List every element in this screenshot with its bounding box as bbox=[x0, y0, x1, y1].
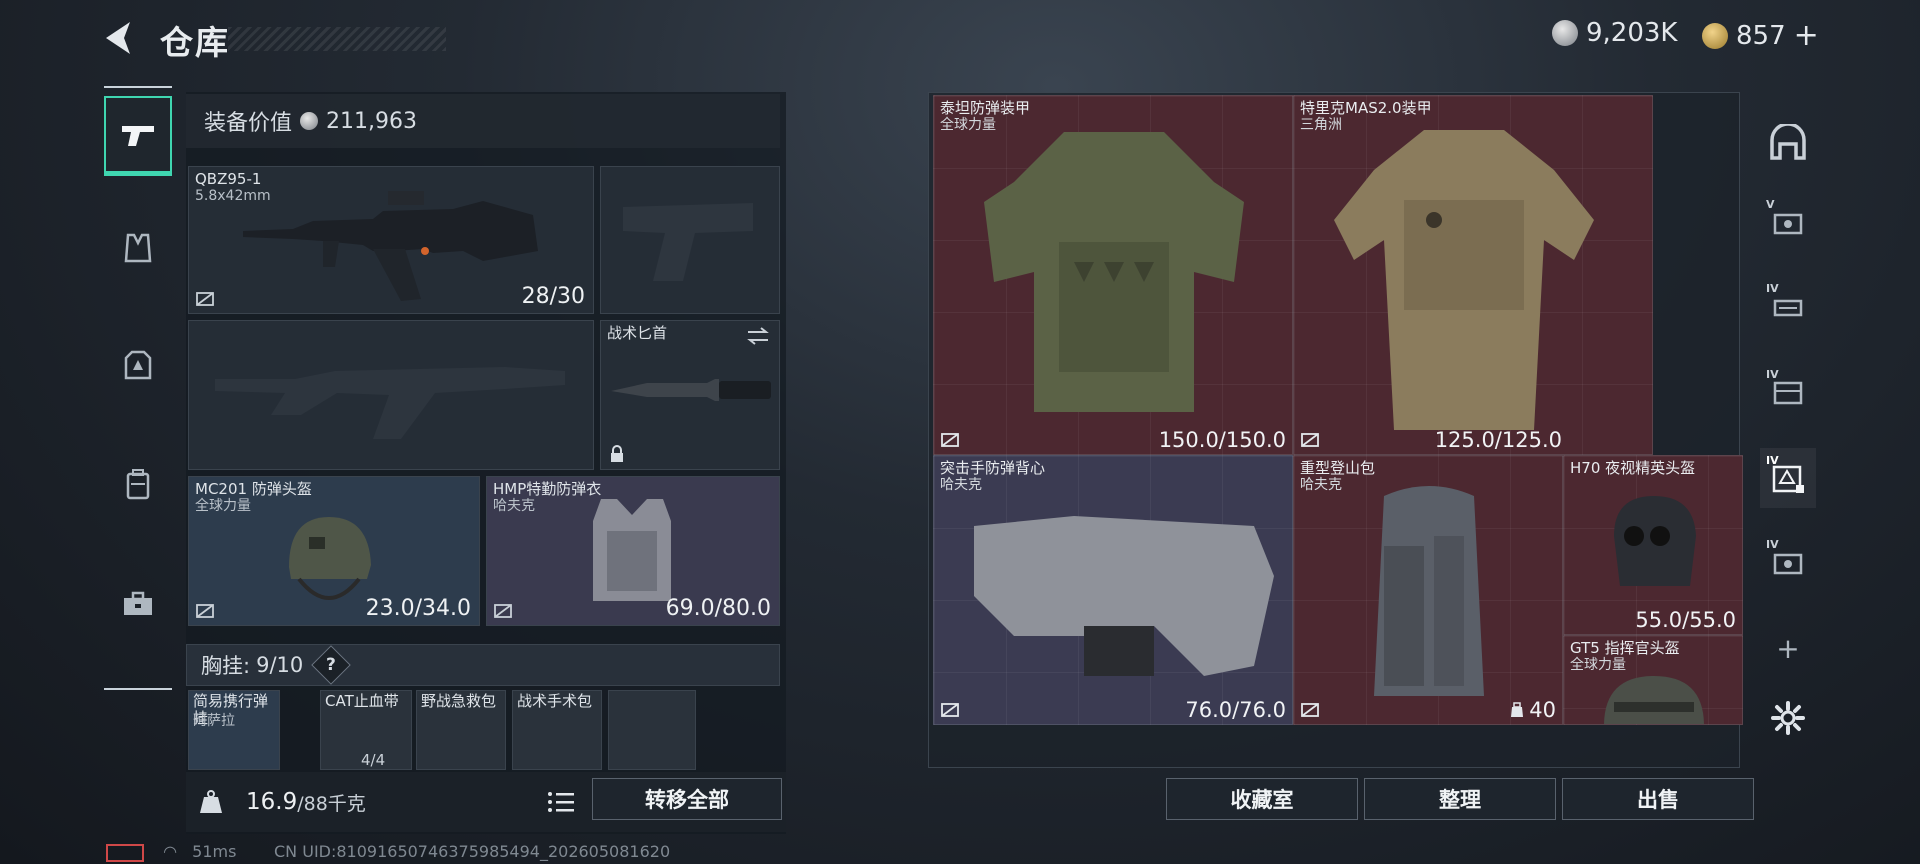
page-title: 仓库 bbox=[160, 23, 230, 62]
pistol-slot-empty[interactable] bbox=[600, 166, 780, 314]
briefcase-icon bbox=[124, 591, 152, 615]
box-icon bbox=[1773, 381, 1803, 405]
uid-label: CN UID:8109165074637598549​4_20260508162… bbox=[274, 842, 671, 861]
vault-icon bbox=[1770, 124, 1806, 160]
tab-case[interactable] bbox=[104, 564, 172, 644]
help-icon[interactable]: ? bbox=[311, 645, 352, 685]
storage-item[interactable]: 泰坦防弹装甲 全球力量 150.0/150.0 bbox=[933, 95, 1293, 455]
storage-item[interactable]: 突击手防弹背心 哈夫克 76.0/76.0 bbox=[933, 455, 1293, 725]
knife-image bbox=[611, 379, 771, 401]
secondary-weapon-slot-empty[interactable] bbox=[188, 320, 594, 470]
weight-icon bbox=[200, 790, 222, 813]
armor-slot[interactable]: HMP特勤防弹衣 哈夫克 69.0/80.0 bbox=[486, 476, 780, 626]
silver-currency[interactable]: 9,203K bbox=[1552, 18, 1677, 48]
silver-coin-icon bbox=[1552, 20, 1578, 46]
equipment-value-bar: 装备价值 211,963 bbox=[186, 94, 780, 148]
vest-icon bbox=[124, 233, 152, 263]
armor-icon bbox=[124, 350, 152, 380]
chest-rig-bar: 胸挂: 9/10 ? bbox=[186, 644, 780, 686]
pistol-silhouette bbox=[623, 203, 753, 281]
chest-item-slot-empty[interactable] bbox=[608, 690, 696, 770]
filter-tier-active[interactable]: IV bbox=[1760, 448, 1816, 508]
category-rail bbox=[104, 86, 172, 690]
filter-all[interactable] bbox=[1760, 112, 1816, 172]
no-insurance-icon bbox=[196, 292, 214, 306]
backpack-icon bbox=[126, 469, 150, 500]
lock-icon bbox=[611, 445, 623, 462]
capacity-icon bbox=[1511, 702, 1524, 717]
storage-item[interactable]: 重型登山包 哈夫克 40 bbox=[1293, 455, 1563, 725]
battery-icon bbox=[106, 843, 144, 862]
storage-item[interactable]: H70 夜视精英头盔 55.0/55.0 bbox=[1563, 455, 1743, 635]
filter-tier[interactable]: IV bbox=[1760, 276, 1816, 336]
storage-grid: 泰坦防弹装甲 全球力量 150.0/150.0 特里克MAS2.0装甲 三角洲 … bbox=[928, 92, 1743, 768]
sort-button[interactable]: 整理 bbox=[1364, 778, 1556, 820]
swap-icon[interactable] bbox=[745, 325, 771, 347]
case-icon bbox=[1773, 213, 1803, 235]
helmet-image bbox=[289, 517, 371, 600]
chest-item-slot[interactable]: 野战急救包 bbox=[416, 690, 506, 770]
transfer-all-button[interactable]: 转移全部 bbox=[592, 778, 782, 820]
chest-item-slot[interactable]: 战术手术包 bbox=[512, 690, 602, 770]
no-insurance-icon bbox=[941, 433, 959, 447]
storage-filter-rail: V IV IV IV IV + bbox=[1760, 92, 1816, 772]
list-icon[interactable] bbox=[546, 788, 576, 816]
pistol-icon bbox=[122, 126, 154, 146]
filter-tier[interactable]: V bbox=[1760, 192, 1816, 252]
storage-item[interactable]: GT5 指挥官头盔 全球力量 bbox=[1563, 635, 1743, 725]
storage-item[interactable]: 特里克MAS2.0装甲 三角洲 125.0/125.0 bbox=[1293, 95, 1653, 455]
weapon-case-icon bbox=[1773, 299, 1803, 317]
settings-button[interactable] bbox=[1760, 688, 1816, 748]
chest-item-slot[interactable]: 简易携行弹挂 阿萨拉 bbox=[188, 690, 280, 770]
assault-vest-image bbox=[974, 516, 1274, 676]
filter-tier[interactable]: IV bbox=[1760, 362, 1816, 422]
filter-tier[interactable]: IV bbox=[1760, 532, 1816, 592]
sell-button[interactable]: 出售 bbox=[1562, 778, 1754, 820]
titan-armor-image bbox=[984, 132, 1244, 412]
gold-coin-icon bbox=[1702, 22, 1728, 49]
mas-armor-image bbox=[1334, 130, 1594, 430]
add-storage-button[interactable]: + bbox=[1760, 618, 1816, 678]
no-insurance-icon bbox=[941, 703, 959, 717]
back-arrow-icon[interactable] bbox=[100, 18, 140, 58]
armor-vest-image bbox=[593, 499, 671, 601]
add-gold-button[interactable]: + bbox=[1794, 18, 1819, 53]
backpack-image bbox=[1374, 486, 1484, 696]
rifle-image bbox=[243, 191, 538, 301]
silver-coin-icon bbox=[300, 112, 319, 130]
tab-armor[interactable] bbox=[104, 326, 172, 406]
no-insurance-icon bbox=[1301, 433, 1319, 447]
gear-icon bbox=[1771, 701, 1805, 735]
commander-helmet-image bbox=[1604, 676, 1704, 724]
no-insurance-icon bbox=[196, 604, 214, 618]
night-vision-helmet-image bbox=[1614, 496, 1696, 586]
wifi-icon: ◠ bbox=[163, 842, 178, 861]
gold-currency[interactable]: 857 + bbox=[1702, 18, 1819, 53]
primary-weapon-slot[interactable]: QBZ95-1 5.8x42mm 28/30 bbox=[188, 166, 594, 314]
chest-item-slot[interactable]: CAT止血带 4/4 bbox=[320, 690, 412, 770]
title-decoration bbox=[228, 27, 446, 51]
status-bar: ◠ 51ms bbox=[106, 842, 236, 862]
melee-slot[interactable]: 战术匕首 bbox=[600, 320, 780, 470]
no-insurance-icon bbox=[494, 604, 512, 618]
tab-backpack[interactable] bbox=[104, 444, 172, 524]
case-icon bbox=[1773, 553, 1803, 575]
tab-weapons[interactable] bbox=[104, 96, 172, 176]
collection-room-button[interactable]: 收藏室 bbox=[1166, 778, 1358, 820]
tab-vest[interactable] bbox=[104, 208, 172, 288]
no-insurance-icon bbox=[1301, 703, 1319, 717]
rifle-silhouette bbox=[215, 367, 565, 439]
helmet-slot[interactable]: MC201 防弹头盔 全球力量 23.0/34.0 bbox=[188, 476, 480, 626]
